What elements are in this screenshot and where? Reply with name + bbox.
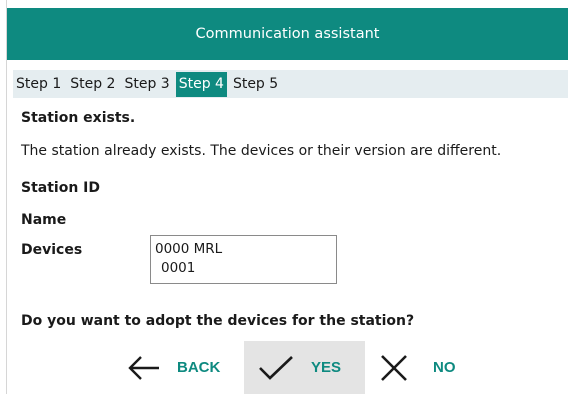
devices-list[interactable]: 0000 MRL 0001 xyxy=(150,235,337,284)
status-message: The station already exists. The devices … xyxy=(21,143,502,159)
arrow-left-icon xyxy=(127,355,161,381)
title-bar: Communication assistant xyxy=(7,8,568,60)
device-item[interactable]: 0000 MRL xyxy=(155,240,332,259)
no-button[interactable]: NO xyxy=(369,341,479,394)
tab-step-5[interactable]: Step 5 xyxy=(230,72,281,97)
checkmark-icon xyxy=(258,355,294,381)
yes-button[interactable]: YES xyxy=(244,341,365,394)
status-heading: Station exists. xyxy=(21,110,136,126)
tab-step-4[interactable]: Step 4 xyxy=(175,71,227,97)
no-button-label: NO xyxy=(433,359,456,376)
yes-button-label: YES xyxy=(311,359,342,376)
back-button[interactable]: BACK xyxy=(117,341,235,394)
device-item[interactable]: 0001 xyxy=(155,259,332,278)
window-title: Communication assistant xyxy=(195,26,380,42)
name-label: Name xyxy=(21,212,67,228)
back-button-label: BACK xyxy=(177,359,221,376)
steps-bar: Step 1 Step 2 Step 3 Step 4 Step 5 xyxy=(13,70,568,98)
station-id-label: Station ID xyxy=(21,180,101,196)
tab-step-2[interactable]: Step 2 xyxy=(67,72,118,97)
devices-label: Devices xyxy=(21,242,83,258)
close-icon xyxy=(379,354,409,381)
tab-step-1[interactable]: Step 1 xyxy=(13,72,64,97)
tab-step-3[interactable]: Step 3 xyxy=(121,72,172,97)
adopt-question: Do you want to adopt the devices for the… xyxy=(21,313,415,329)
communication-assistant-dialog: Communication assistant Step 1 Step 2 St… xyxy=(6,0,568,394)
